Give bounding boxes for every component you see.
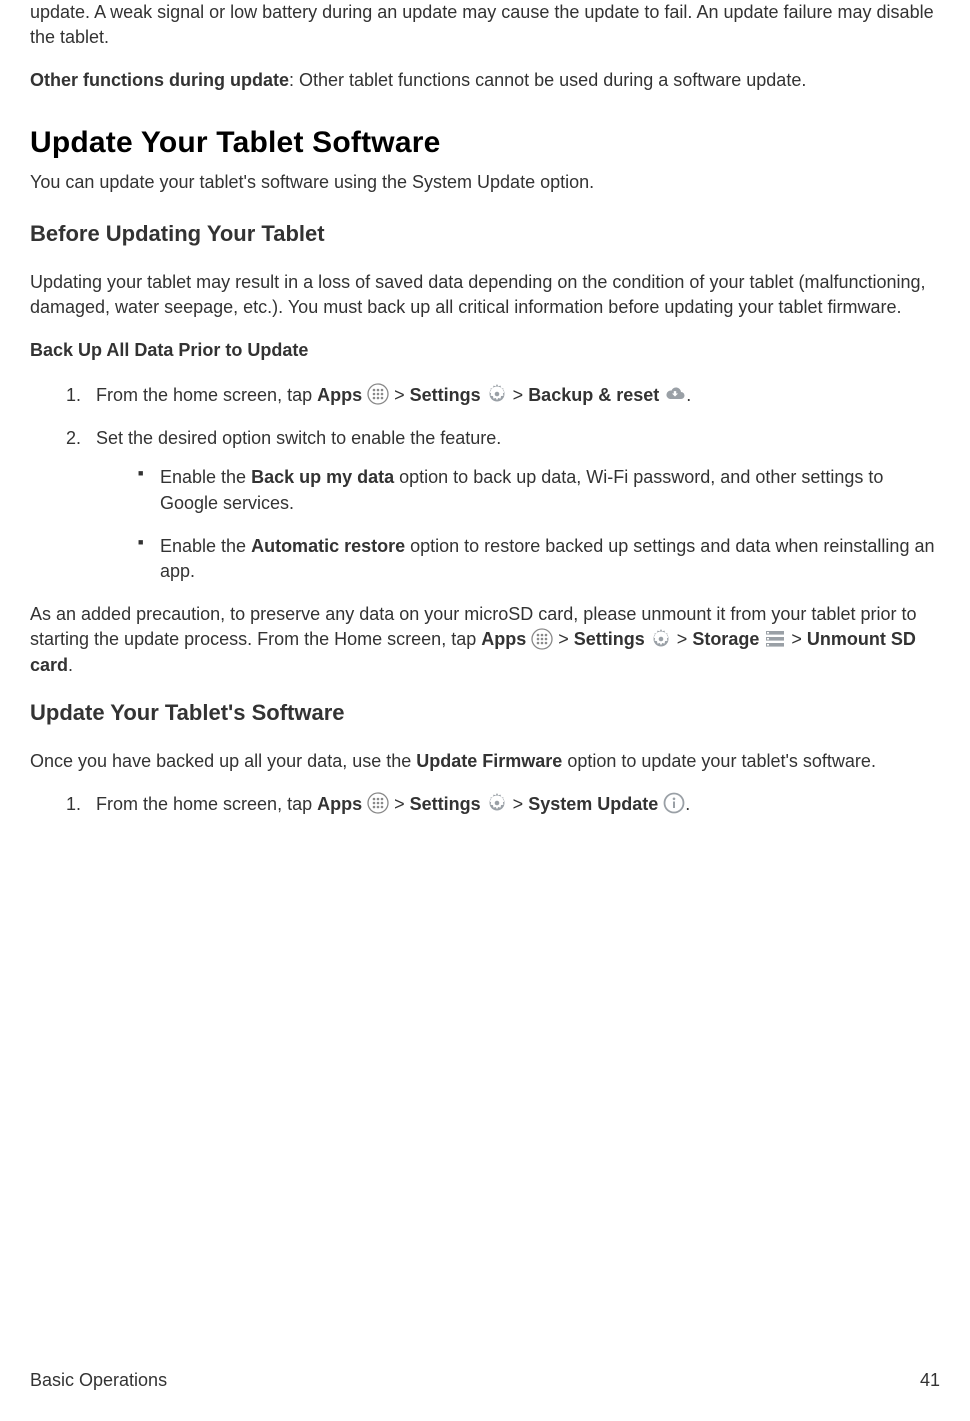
before-updating-text: Updating your tablet may result in a los…	[30, 270, 940, 320]
backup-steps: From the home screen, tap Apps > Setting…	[30, 383, 940, 584]
settings-icon	[486, 792, 508, 814]
footer-section: Basic Operations	[30, 1368, 167, 1393]
apps-icon	[367, 383, 389, 405]
footer-page-number: 41	[920, 1368, 940, 1393]
apps-icon	[531, 628, 553, 650]
precaution-text: As an added precaution, to preserve any …	[30, 602, 940, 678]
storage-icon	[764, 628, 786, 650]
settings-icon	[486, 383, 508, 405]
update-software-heading: Update Your Tablet's Software	[30, 698, 940, 729]
update-step-1: From the home screen, tap Apps > Setting…	[86, 792, 940, 817]
settings-icon	[650, 628, 672, 650]
intro-failure-text: update. A weak signal or low battery dur…	[30, 0, 940, 50]
update-steps: From the home screen, tap Apps > Setting…	[30, 792, 940, 817]
page-footer: Basic Operations 41	[30, 1368, 940, 1393]
option-backup-my-data: Enable the Back up my data option to bac…	[138, 465, 940, 515]
other-functions-label: Other functions during update	[30, 70, 289, 90]
other-functions-text: : Other tablet functions cannot be used …	[289, 70, 806, 90]
page-heading: Update Your Tablet Software	[30, 122, 940, 164]
update-software-text: Once you have backed up all your data, u…	[30, 749, 940, 774]
intro-other-functions: Other functions during update: Other tab…	[30, 68, 940, 93]
page-heading-sub: You can update your tablet's software us…	[30, 170, 940, 195]
info-icon	[663, 792, 685, 814]
backup-heading: Back Up All Data Prior to Update	[30, 338, 940, 363]
backup-step-1: From the home screen, tap Apps > Setting…	[86, 383, 940, 408]
apps-icon	[367, 792, 389, 814]
before-updating-heading: Before Updating Your Tablet	[30, 219, 940, 250]
option-automatic-restore: Enable the Automatic restore option to r…	[138, 534, 940, 584]
backup-step-2: Set the desired option switch to enable …	[86, 426, 940, 584]
backup-options: Enable the Back up my data option to bac…	[96, 465, 940, 584]
backup-icon	[664, 383, 686, 405]
